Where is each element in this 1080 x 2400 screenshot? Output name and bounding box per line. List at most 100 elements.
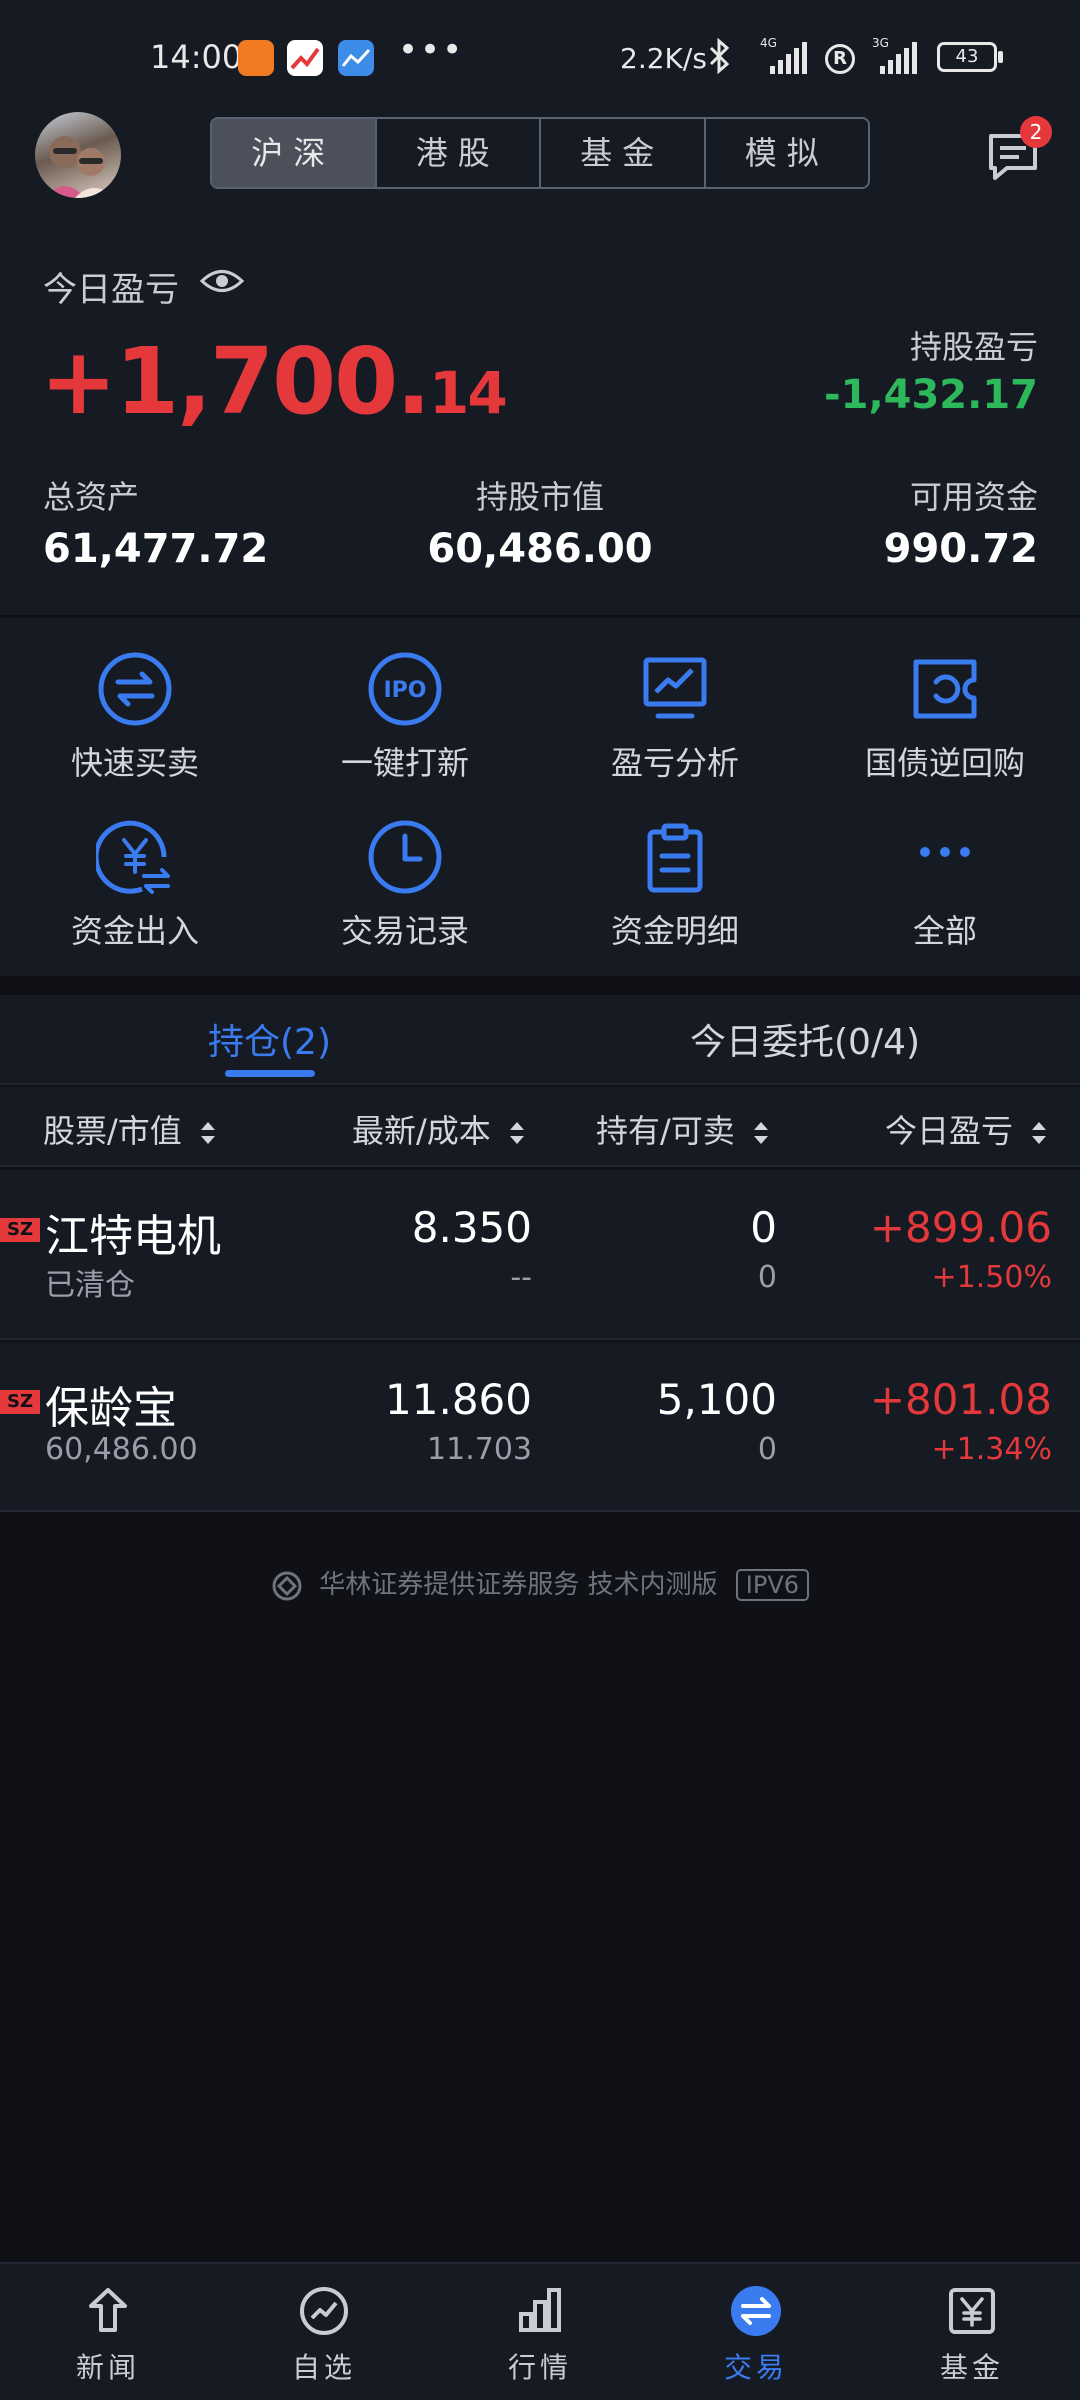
nav-market-label: 行情	[507, 2351, 572, 2384]
col-stock-value-label: 股票/市值	[43, 1112, 182, 1150]
sort-icon	[200, 1122, 215, 1144]
broker-footer-text: 华林证券提供证券服务 技术内测版	[319, 1570, 718, 1600]
stock-name: 江特电机	[45, 1211, 221, 1262]
available-funds-label: 可用资金	[909, 478, 1038, 516]
today-pl-integer: +1,700.	[40, 328, 431, 435]
all-functions-button[interactable]: 全部	[810, 818, 1080, 952]
nav-watchlist-label: 自选	[291, 2351, 356, 2384]
holding-pl-label: 持股盈亏	[909, 328, 1038, 366]
nav-market[interactable]: 行情	[432, 2264, 648, 2400]
swap-icon	[98, 652, 172, 726]
total-assets-label: 总资产	[43, 478, 140, 516]
total-assets-value: 61,477.72	[43, 526, 269, 572]
signal-icon	[770, 40, 807, 74]
status-time: 14:00	[150, 38, 243, 76]
yuan-transfer-icon	[96, 820, 170, 894]
nav-trade-label: 交易	[723, 2351, 788, 2384]
today-pl-label: 今日盈亏	[43, 270, 179, 310]
stock-sub-value: 60,486.00	[45, 1432, 198, 1467]
today-pl-decimal: 14	[429, 359, 508, 427]
all-functions-label: 全部	[912, 912, 977, 950]
tab-positions[interactable]: 持仓(2)	[208, 1013, 331, 1065]
col-today-pl-label: 今日盈亏	[885, 1112, 1014, 1150]
sellable-qty: 0	[757, 1432, 777, 1467]
quick-trade-label: 快速买卖	[70, 744, 199, 782]
pl-analysis-label: 盈亏分析	[610, 744, 739, 782]
exchange-badge: SZ	[0, 1218, 40, 1242]
market-icon	[519, 2288, 561, 2332]
today-pl-percent: +1.50%	[931, 1260, 1052, 1295]
chart-app-icon	[338, 40, 374, 76]
tab-hushen[interactable]: 沪深	[212, 119, 377, 187]
more-notifications-icon: •••	[398, 30, 465, 70]
avatar[interactable]	[35, 112, 121, 198]
trade-records-button[interactable]: 交易记录	[270, 818, 540, 952]
holding-qty: 0	[750, 1203, 777, 1252]
exchange-badge: SZ	[0, 1390, 40, 1414]
reverse-repo-icon	[913, 659, 977, 719]
ipv6-badge: IPV6	[735, 1569, 810, 1601]
fund-details-label: 资金明细	[610, 912, 739, 950]
tab-simulation[interactable]: 模拟	[706, 119, 869, 187]
tab-hk-stocks[interactable]: 港股	[377, 119, 541, 187]
pl-analysis-button[interactable]: 盈亏分析	[540, 650, 810, 784]
quick-trade-button[interactable]: 快速买卖	[0, 650, 270, 784]
nav-news[interactable]: 新闻	[0, 2264, 216, 2400]
watchlist-icon	[300, 2287, 348, 2335]
stock-sub-value: 已清仓	[45, 1268, 135, 1303]
broker-footer: 华林证券提供证券服务 技术内测版 IPV6	[0, 1564, 1080, 1602]
latest-price: 11.860	[385, 1375, 532, 1424]
more-icon	[920, 847, 970, 857]
bottom-nav: 新闻 自选 行情 交易 基金	[0, 2262, 1080, 2400]
tab-funds[interactable]: 基金	[541, 119, 706, 187]
trade-records-label: 交易记录	[340, 912, 469, 950]
clipboard-icon	[647, 823, 703, 893]
fund-details-button[interactable]: 资金明细	[540, 818, 810, 952]
nav-fund-label: 基金	[939, 2351, 1004, 2384]
clock-icon	[368, 820, 442, 894]
nav-watchlist[interactable]: 自选	[216, 2264, 432, 2400]
uc-browser-app-icon	[238, 40, 274, 76]
holding-qty: 5,100	[656, 1375, 777, 1424]
today-pl-percent: +1.34%	[931, 1432, 1052, 1467]
battery-tip	[998, 51, 1003, 63]
reverse-repo-button[interactable]: 国债逆回购	[810, 650, 1080, 784]
market-value-value: 60,486.00	[427, 526, 653, 572]
nav-trade[interactable]: 交易	[648, 2264, 864, 2400]
battery-icon: 43	[937, 42, 997, 72]
sort-icon	[1032, 1122, 1047, 1144]
cost-price: --	[510, 1260, 532, 1295]
holding-pl-value: -1,432.17	[824, 372, 1038, 418]
registered-icon: R	[825, 44, 855, 74]
fund-transfer-button[interactable]: 资金出入	[0, 818, 270, 952]
trade-icon	[731, 2286, 781, 2336]
stock-app-icon	[287, 40, 323, 76]
network-speed: 2.2K/s	[620, 42, 707, 75]
sort-icon	[753, 1122, 768, 1144]
stock-name: 保龄宝	[45, 1383, 177, 1434]
col-hold-sellable-label: 持有/可卖	[596, 1112, 735, 1150]
news-icon	[89, 2288, 127, 2332]
fund-transfer-label: 资金出入	[70, 912, 199, 950]
message-badge: 2	[1020, 116, 1052, 148]
market-segment-control: 沪深 港股 基金 模拟	[210, 117, 870, 189]
market-value-label: 持股市值	[475, 478, 604, 516]
tab-active-indicator	[225, 1070, 315, 1077]
sort-icon	[509, 1122, 524, 1144]
eye-icon[interactable]	[199, 266, 245, 296]
reverse-repo-label: 国债逆回购	[864, 744, 1025, 782]
col-stock-value[interactable]: 股票/市值	[43, 1106, 216, 1152]
cost-price: 11.703	[427, 1432, 532, 1467]
today-pl-value: +1,700.14	[40, 328, 508, 435]
ipo-subscribe-label: 一键打新	[340, 744, 469, 782]
signal-icon-2	[880, 40, 917, 74]
col-latest-cost[interactable]: 最新/成本	[352, 1106, 525, 1152]
svg-text:IPO: IPO	[383, 678, 426, 703]
broker-logo-icon	[272, 1571, 302, 1600]
nav-fund[interactable]: 基金	[864, 2264, 1080, 2400]
tab-today-orders[interactable]: 今日委托(0/4)	[690, 1013, 920, 1065]
ipo-subscribe-button[interactable]: IPO 一键打新	[270, 650, 540, 784]
fund-icon	[949, 2288, 995, 2334]
col-hold-sellable[interactable]: 持有/可卖	[596, 1106, 769, 1152]
col-today-pl[interactable]: 今日盈亏	[885, 1106, 1047, 1152]
